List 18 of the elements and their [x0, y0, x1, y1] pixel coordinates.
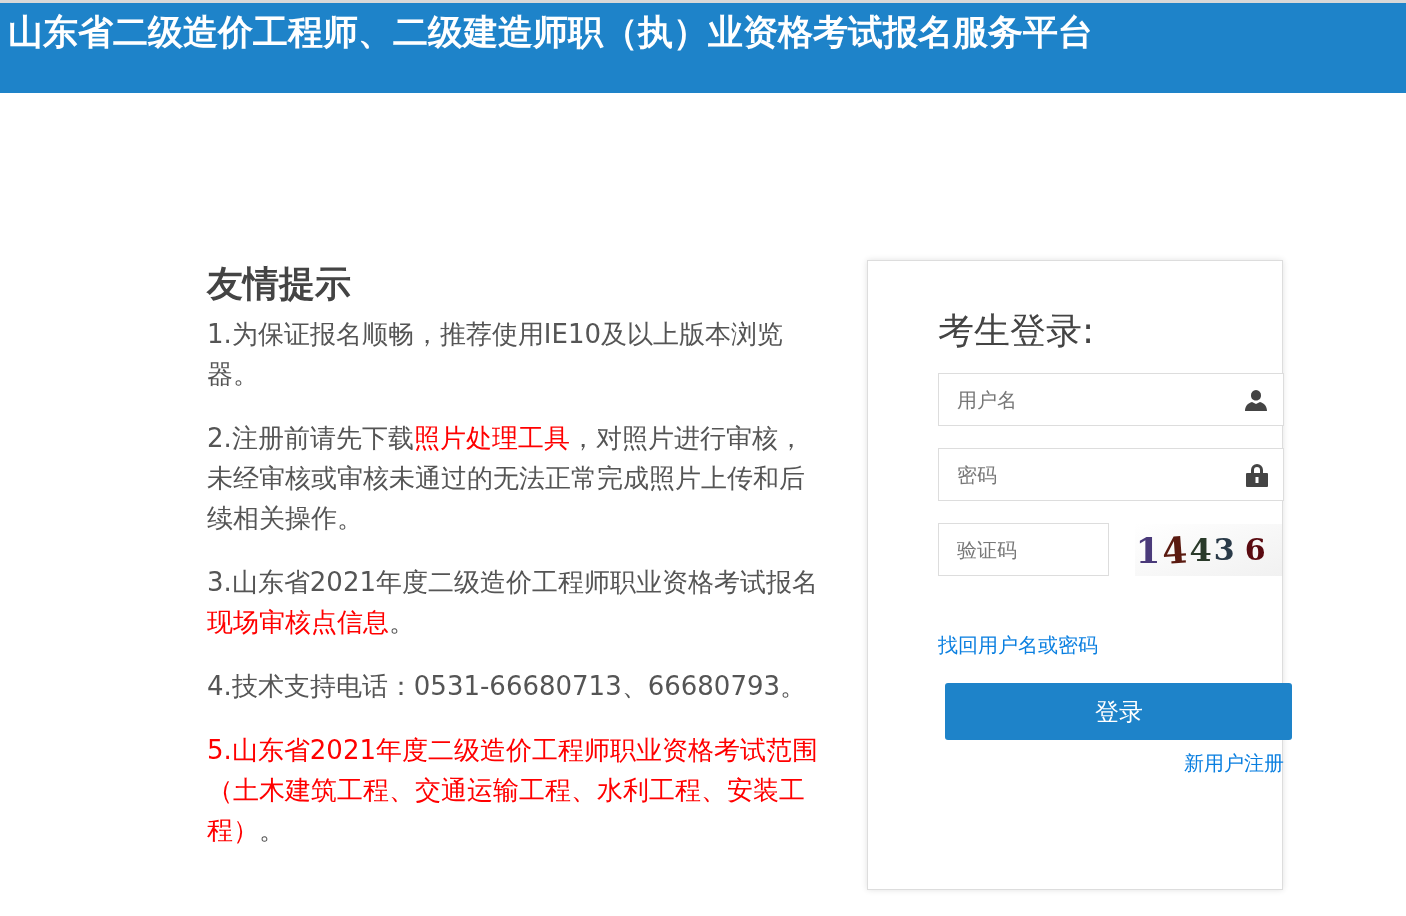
user-icon	[1244, 388, 1268, 411]
login-button[interactable]: 登录	[945, 683, 1292, 740]
site-title: 山东省二级造价工程师、二级建造师职（执）业资格考试报名服务平台	[7, 11, 1094, 53]
username-field[interactable]: 用户名	[938, 373, 1284, 426]
login-title: 考生登录:	[938, 309, 1096, 353]
lock-icon	[1246, 462, 1268, 487]
password-field[interactable]: 密码	[938, 448, 1284, 501]
notice-text: 2.注册前请先下载照片处理工具，对照片进行审核，未经审核或审核未通过的无法正常完成照片上传和后续相关操作。	[207, 422, 806, 535]
notice-link[interactable]: 现场审核点信息	[207, 607, 389, 637]
notice-text: 1.为保证报名顺畅，推荐使用IE10及以上版本浏览器。	[207, 318, 784, 391]
notice-text: 5.山东省2021年度二级造价工程师职业资格考试范围（土木建筑工程、交通运输工程、水利工程、安装工程）。	[207, 734, 819, 847]
notice-link[interactable]: 照片处理工具	[413, 423, 570, 453]
captcha-field[interactable]: 验证码	[938, 523, 1110, 576]
notice-text: 4.技术支持电话：0531-66680713、66680793。	[207, 670, 808, 703]
register-link[interactable]: 新用户注册	[1184, 750, 1284, 777]
notice-text: 3.山东省2021年度二级造价工程师职业资格考试报名 现场审核点信息。	[207, 566, 819, 639]
notice-heading: 友情提示	[207, 262, 352, 306]
recover-link[interactable]: 找回用户名或密码	[938, 632, 1098, 659]
